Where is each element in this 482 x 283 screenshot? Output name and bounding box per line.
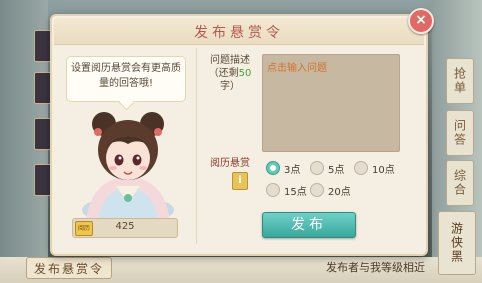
radio-icon[interactable] (266, 183, 280, 197)
side-tab-grab[interactable]: 抢单 (446, 58, 474, 104)
question-label: 问题描述 （还剩50 字） (204, 54, 256, 93)
reward-option-label: 15点 (284, 187, 307, 198)
question-placeholder: 点击输入问题 (267, 63, 327, 74)
reward-dialog: 发布悬赏令 × 设置阅历悬赏会有更高质量的回答哦! 阅历 425 问题描述 （还… (50, 8, 434, 256)
reward-option-label: 10点 (372, 165, 395, 176)
remaining-count: 50 (238, 68, 252, 79)
panel-divider (196, 48, 197, 244)
bottom-publish-tab[interactable]: 发布悬赏令 (26, 257, 112, 279)
question-label-title: 问题描述 (210, 55, 250, 66)
bottom-right-tab[interactable]: 游侠黑 (438, 211, 476, 275)
radio-icon[interactable] (310, 183, 324, 197)
dialog-title: 发布悬赏令 (194, 25, 284, 41)
bottom-note: 发布者与我等级相近 (326, 261, 425, 274)
radio-icon[interactable] (354, 161, 368, 175)
question-input[interactable]: 点击输入问题 (262, 54, 400, 152)
radio-icon[interactable] (310, 161, 324, 175)
question-remaining-hint: （还剩50 字） (204, 67, 256, 93)
tip-bubble: 设置阅历悬赏会有更高质量的回答哦! (66, 56, 186, 102)
side-tab-general[interactable]: 综合 (446, 160, 474, 206)
side-tab-qa[interactable]: 问答 (446, 110, 474, 156)
close-button[interactable]: × (408, 8, 434, 34)
dialog-title-bar: 发布悬赏令 (54, 18, 424, 45)
remaining-suffix: 字） (220, 81, 240, 92)
info-icon[interactable]: i (232, 172, 248, 190)
currency-value: 425 (115, 221, 135, 232)
left-panel: 设置阅历悬赏会有更高质量的回答哦! 阅历 425 (60, 50, 192, 246)
reward-option-label: 5点 (328, 165, 345, 176)
reward-label: 阅历悬赏 (210, 158, 250, 169)
currency-display: 阅历 425 (72, 218, 178, 238)
reward-option-label: 3点 (284, 165, 301, 176)
radio-selected-icon[interactable] (266, 161, 280, 175)
reward-option-label: 20点 (328, 187, 351, 198)
publish-button[interactable]: 发布 (262, 212, 356, 238)
girl-character-illustration (82, 112, 174, 222)
remaining-prefix: （还剩 (208, 68, 239, 79)
